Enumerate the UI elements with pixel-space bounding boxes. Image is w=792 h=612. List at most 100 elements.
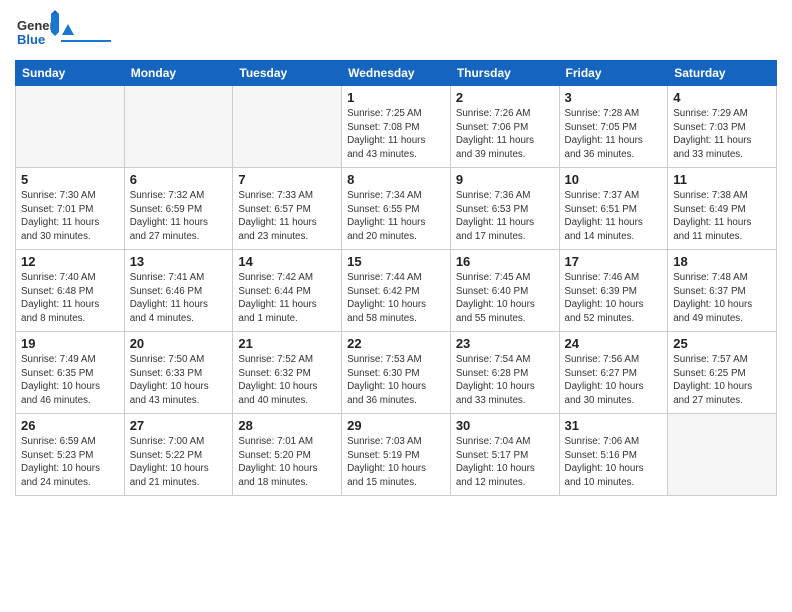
calendar-cell: 31 Sunrise: 7:06 AM Sunset: 5:16 PM Dayli… xyxy=(559,414,668,496)
day-info: Sunrise: 7:49 AM Sunset: 6:35 PM Dayligh… xyxy=(21,353,119,408)
day-info: Sunrise: 6:59 AM Sunset: 5:23 PM Dayligh… xyxy=(21,435,119,490)
day-number: 12 xyxy=(21,254,119,269)
calendar-week-0: 1Sunrise: 7:25 AM Sunset: 7:08 PM Daylig… xyxy=(16,86,777,168)
day-info: Sunrise: 7:28 AM Sunset: 7:05 PM Dayligh… xyxy=(565,107,663,162)
calendar-cell: 2 Sunrise: 7:26 AM Sunset: 7:06 PM Daylig… xyxy=(450,86,559,168)
day-number: 19 xyxy=(21,336,119,351)
calendar-header-sunday: Sunday xyxy=(16,61,125,86)
day-number: 31 xyxy=(565,418,663,433)
calendar-cell: 22Sunrise: 7:53 AM Sunset: 6:30 PM Dayli… xyxy=(342,332,451,414)
page-header: General Blue xyxy=(15,10,777,54)
calendar-cell: 15 Sunrise: 7:44 AM Sunset: 6:42 PM Dayli… xyxy=(342,250,451,332)
day-number: 4 xyxy=(673,90,771,105)
day-info: Sunrise: 7:57 AM Sunset: 6:25 PM Dayligh… xyxy=(673,353,771,408)
calendar-cell: 5Sunrise: 7:30 AM Sunset: 7:01 PM Daylig… xyxy=(16,168,125,250)
day-info: Sunrise: 7:38 AM Sunset: 6:49 PM Dayligh… xyxy=(673,189,771,244)
calendar-cell xyxy=(233,86,342,168)
day-number: 27 xyxy=(130,418,228,433)
logo-icon: General Blue xyxy=(15,10,59,54)
calendar-cell: 12 Sunrise: 7:40 AM Sunset: 6:48 PM Dayli… xyxy=(16,250,125,332)
day-info: Sunrise: 7:44 AM Sunset: 6:42 PM Dayligh… xyxy=(347,271,445,326)
day-number: 8 xyxy=(347,172,445,187)
day-number: 3 xyxy=(565,90,663,105)
calendar-cell: 10 Sunrise: 7:37 AM Sunset: 6:51 PM Dayli… xyxy=(559,168,668,250)
day-info: Sunrise: 7:42 AM Sunset: 6:44 PM Dayligh… xyxy=(238,271,336,326)
day-number: 2 xyxy=(456,90,554,105)
day-number: 14 xyxy=(238,254,336,269)
calendar-week-1: 5Sunrise: 7:30 AM Sunset: 7:01 PM Daylig… xyxy=(16,168,777,250)
svg-text:Blue: Blue xyxy=(17,32,45,47)
calendar-cell: 3 Sunrise: 7:28 AM Sunset: 7:05 PM Daylig… xyxy=(559,86,668,168)
day-info: Sunrise: 7:50 AM Sunset: 6:33 PM Dayligh… xyxy=(130,353,228,408)
day-info: Sunrise: 7:41 AM Sunset: 6:46 PM Dayligh… xyxy=(130,271,228,326)
calendar-week-4: 26Sunrise: 6:59 AM Sunset: 5:23 PM Dayli… xyxy=(16,414,777,496)
day-info: Sunrise: 7:29 AM Sunset: 7:03 PM Dayligh… xyxy=(673,107,771,162)
calendar-cell: 26Sunrise: 6:59 AM Sunset: 5:23 PM Dayli… xyxy=(16,414,125,496)
day-number: 10 xyxy=(565,172,663,187)
day-info: Sunrise: 7:06 AM Sunset: 5:16 PM Dayligh… xyxy=(565,435,663,490)
calendar-cell xyxy=(124,86,233,168)
calendar-cell: 14 Sunrise: 7:42 AM Sunset: 6:44 PM Dayli… xyxy=(233,250,342,332)
calendar-cell: 1Sunrise: 7:25 AM Sunset: 7:08 PM Daylig… xyxy=(342,86,451,168)
day-number: 20 xyxy=(130,336,228,351)
calendar-cell: 17 Sunrise: 7:46 AM Sunset: 6:39 PM Dayli… xyxy=(559,250,668,332)
day-info: Sunrise: 7:03 AM Sunset: 5:19 PM Dayligh… xyxy=(347,435,445,490)
day-number: 24 xyxy=(565,336,663,351)
calendar-header-monday: Monday xyxy=(124,61,233,86)
calendar-week-3: 19 Sunrise: 7:49 AM Sunset: 6:35 PM Dayli… xyxy=(16,332,777,414)
calendar-cell: 20 Sunrise: 7:50 AM Sunset: 6:33 PM Dayli… xyxy=(124,332,233,414)
calendar-cell: 19 Sunrise: 7:49 AM Sunset: 6:35 PM Dayli… xyxy=(16,332,125,414)
calendar-cell: 13Sunrise: 7:41 AM Sunset: 6:46 PM Dayli… xyxy=(124,250,233,332)
day-number: 23 xyxy=(456,336,554,351)
calendar-cell: 24 Sunrise: 7:56 AM Sunset: 6:27 PM Dayli… xyxy=(559,332,668,414)
calendar-header-row: SundayMondayTuesdayWednesdayThursdayFrid… xyxy=(16,61,777,86)
day-info: Sunrise: 7:30 AM Sunset: 7:01 PM Dayligh… xyxy=(21,189,119,244)
day-info: Sunrise: 7:45 AM Sunset: 6:40 PM Dayligh… xyxy=(456,271,554,326)
day-number: 15 xyxy=(347,254,445,269)
day-info: Sunrise: 7:36 AM Sunset: 6:53 PM Dayligh… xyxy=(456,189,554,244)
day-number: 16 xyxy=(456,254,554,269)
day-info: Sunrise: 7:54 AM Sunset: 6:28 PM Dayligh… xyxy=(456,353,554,408)
calendar-cell: 8 Sunrise: 7:34 AM Sunset: 6:55 PM Daylig… xyxy=(342,168,451,250)
day-info: Sunrise: 7:48 AM Sunset: 6:37 PM Dayligh… xyxy=(673,271,771,326)
day-info: Sunrise: 7:56 AM Sunset: 6:27 PM Dayligh… xyxy=(565,353,663,408)
day-info: Sunrise: 7:37 AM Sunset: 6:51 PM Dayligh… xyxy=(565,189,663,244)
calendar-table: SundayMondayTuesdayWednesdayThursdayFrid… xyxy=(15,60,777,496)
day-info: Sunrise: 7:00 AM Sunset: 5:22 PM Dayligh… xyxy=(130,435,228,490)
calendar-cell: 9 Sunrise: 7:36 AM Sunset: 6:53 PM Daylig… xyxy=(450,168,559,250)
day-number: 17 xyxy=(565,254,663,269)
logo-triangle xyxy=(62,24,74,35)
calendar-header-friday: Friday xyxy=(559,61,668,86)
day-info: Sunrise: 7:25 AM Sunset: 7:08 PM Dayligh… xyxy=(347,107,445,162)
day-number: 22 xyxy=(347,336,445,351)
calendar-cell xyxy=(668,414,777,496)
day-info: Sunrise: 7:26 AM Sunset: 7:06 PM Dayligh… xyxy=(456,107,554,162)
day-number: 11 xyxy=(673,172,771,187)
calendar-cell: 21 Sunrise: 7:52 AM Sunset: 6:32 PM Dayli… xyxy=(233,332,342,414)
calendar-cell: 11 Sunrise: 7:38 AM Sunset: 6:49 PM Dayli… xyxy=(668,168,777,250)
calendar-cell: 7Sunrise: 7:33 AM Sunset: 6:57 PM Daylig… xyxy=(233,168,342,250)
calendar-cell: 30Sunrise: 7:04 AM Sunset: 5:17 PM Dayli… xyxy=(450,414,559,496)
day-number: 9 xyxy=(456,172,554,187)
day-number: 29 xyxy=(347,418,445,433)
day-info: Sunrise: 7:46 AM Sunset: 6:39 PM Dayligh… xyxy=(565,271,663,326)
day-info: Sunrise: 7:01 AM Sunset: 5:20 PM Dayligh… xyxy=(238,435,336,490)
calendar-cell: 4 Sunrise: 7:29 AM Sunset: 7:03 PM Daylig… xyxy=(668,86,777,168)
calendar-cell xyxy=(16,86,125,168)
day-number: 21 xyxy=(238,336,336,351)
day-number: 30 xyxy=(456,418,554,433)
day-info: Sunrise: 7:32 AM Sunset: 6:59 PM Dayligh… xyxy=(130,189,228,244)
calendar-header-saturday: Saturday xyxy=(668,61,777,86)
day-info: Sunrise: 7:52 AM Sunset: 6:32 PM Dayligh… xyxy=(238,353,336,408)
page-container: General Blue SundayMondayTuesdayWednesda… xyxy=(0,0,792,506)
calendar-cell: 16 Sunrise: 7:45 AM Sunset: 6:40 PM Dayli… xyxy=(450,250,559,332)
day-number: 28 xyxy=(238,418,336,433)
calendar-header-wednesday: Wednesday xyxy=(342,61,451,86)
day-info: Sunrise: 7:34 AM Sunset: 6:55 PM Dayligh… xyxy=(347,189,445,244)
calendar-cell: 6Sunrise: 7:32 AM Sunset: 6:59 PM Daylig… xyxy=(124,168,233,250)
calendar-cell: 18 Sunrise: 7:48 AM Sunset: 6:37 PM Dayli… xyxy=(668,250,777,332)
day-info: Sunrise: 7:40 AM Sunset: 6:48 PM Dayligh… xyxy=(21,271,119,326)
calendar-cell: 28 Sunrise: 7:01 AM Sunset: 5:20 PM Dayli… xyxy=(233,414,342,496)
day-number: 18 xyxy=(673,254,771,269)
day-info: Sunrise: 7:33 AM Sunset: 6:57 PM Dayligh… xyxy=(238,189,336,244)
